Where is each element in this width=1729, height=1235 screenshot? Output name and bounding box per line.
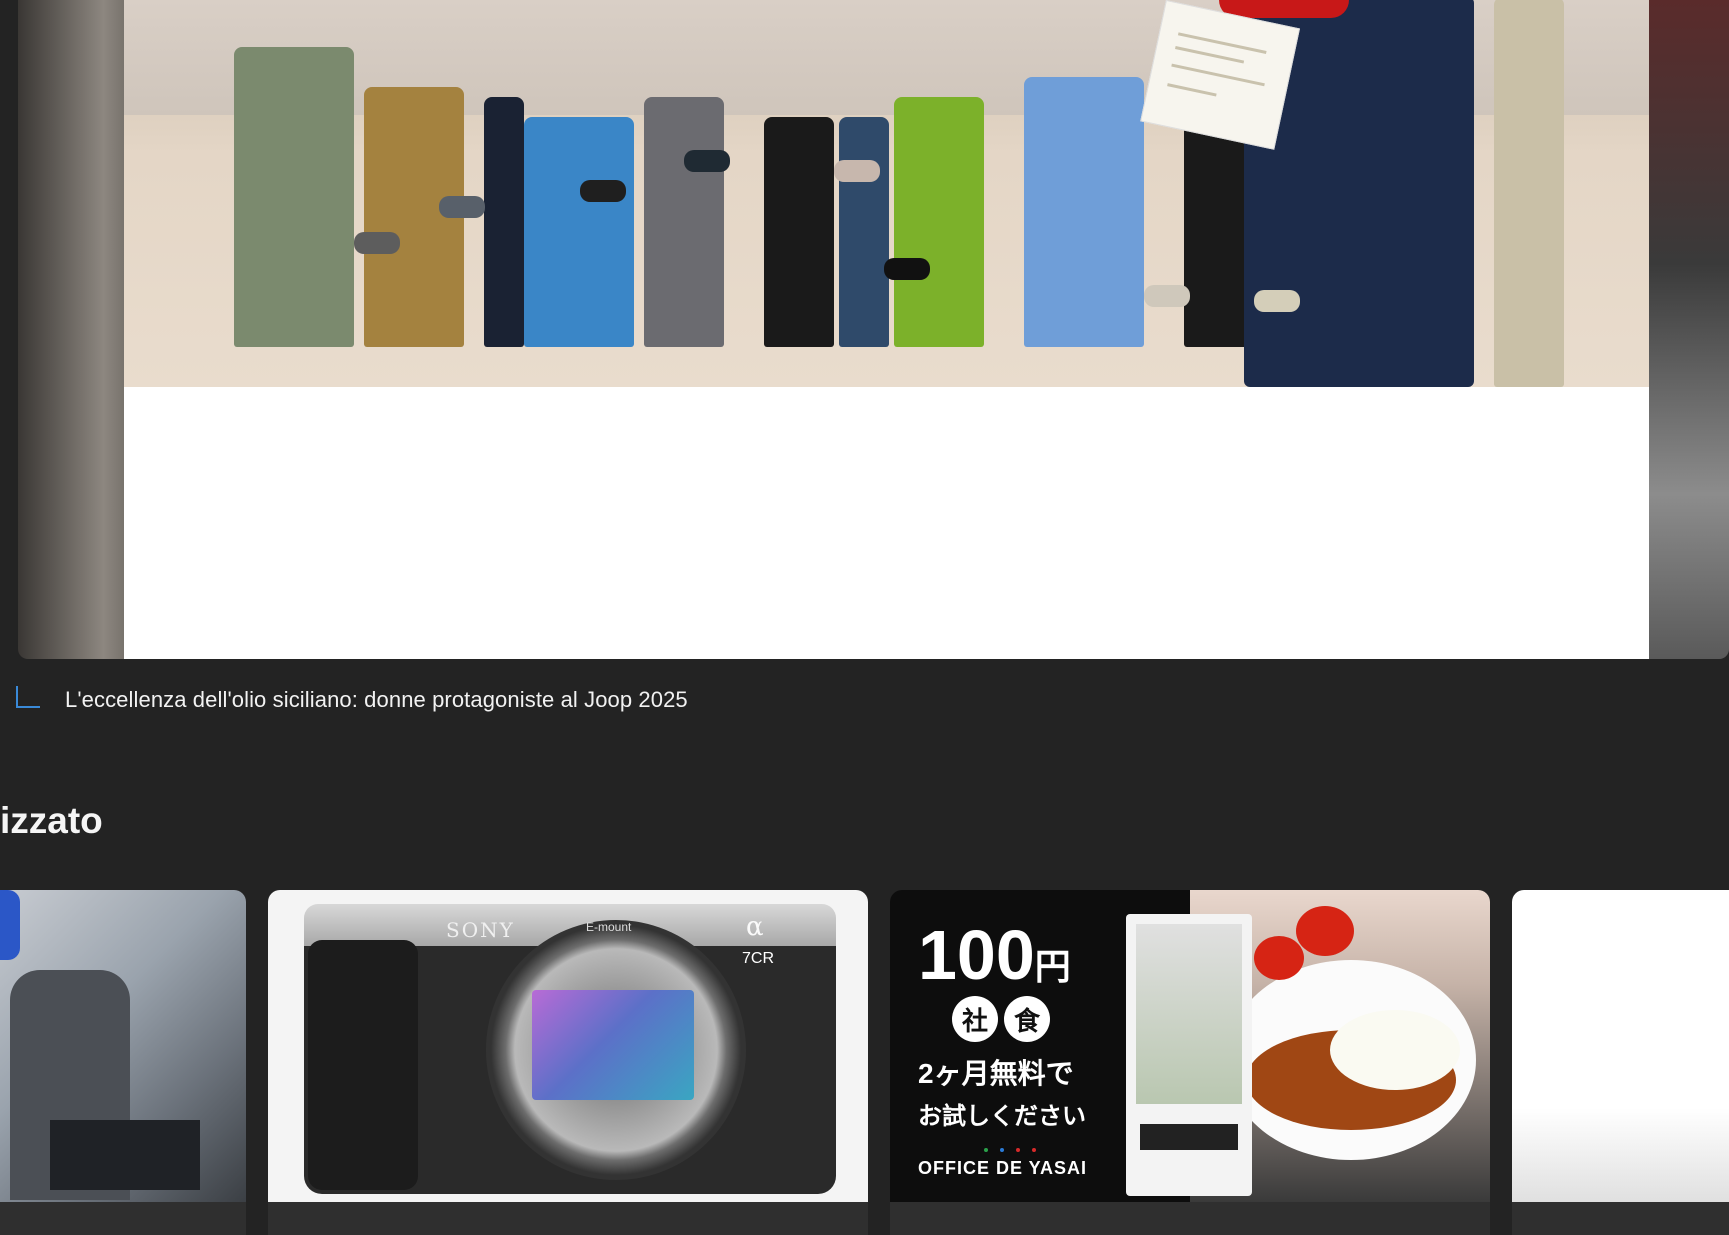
caption-bracket-icon: [16, 686, 40, 708]
office-de-yasai-card[interactable]: 100円 社 食 2ヶ月無料で お試しください OFFICE DE YASAI: [890, 890, 1490, 1235]
tomato-icon: [1254, 936, 1304, 980]
mount-label: E-mount: [586, 920, 632, 934]
card-image: [0, 890, 246, 1202]
ad-price: 100: [918, 916, 1035, 994]
tomato-icon: [1296, 906, 1354, 956]
ad-dots: [984, 1148, 1036, 1152]
hero-photo: [124, 0, 1660, 387]
alpha-logo: α: [746, 912, 764, 942]
camera-grip: [308, 940, 418, 1190]
camera-sensor: [532, 990, 694, 1100]
hero-right-edge: [1649, 0, 1729, 659]
news-card-4[interactable]: [1512, 890, 1729, 1235]
ad-logo: OFFICE DE YASAI: [918, 1158, 1088, 1178]
ad-badge-1: 社: [952, 996, 998, 1042]
hero-image-card[interactable]: [18, 0, 1729, 659]
ad-badge-2: 食: [1004, 996, 1050, 1042]
ad-line-2: 2ヶ月無料で: [918, 1058, 1074, 1089]
hero-image-blank-area: [124, 387, 1660, 659]
sony-camera-card[interactable]: SONY E-mount α 7CR: [268, 890, 868, 1235]
card-image: SONY E-mount α 7CR: [268, 890, 868, 1202]
card-image: [1512, 890, 1729, 1202]
ad-line-3: お試しください: [918, 1103, 1086, 1130]
camera-model-label: 7CR: [742, 950, 775, 967]
news-card-1[interactable]: [0, 890, 246, 1235]
card-footer: [890, 1202, 1490, 1235]
card-footer: [0, 1202, 246, 1235]
article-caption-text: L'eccellenza dell'olio siciliano: donne …: [65, 687, 688, 712]
section-title: izzato: [0, 800, 103, 841]
article-caption-link[interactable]: L'eccellenza dell'olio siciliano: donne …: [16, 682, 688, 718]
card-footer: [1512, 1202, 1729, 1235]
card-image: 100円 社 食 2ヶ月無料で お試しください OFFICE DE YASAI: [890, 890, 1490, 1202]
certificate: [1140, 0, 1301, 150]
ad-copy: 100円 社 食 2ヶ月無料で お試しください: [918, 920, 1086, 1131]
card-footer: [268, 1202, 868, 1235]
ad-yen: 円: [1034, 946, 1071, 987]
rice: [1330, 1010, 1460, 1090]
camera-brand-label: SONY: [446, 918, 515, 942]
vending-fridge: [1126, 914, 1252, 1196]
